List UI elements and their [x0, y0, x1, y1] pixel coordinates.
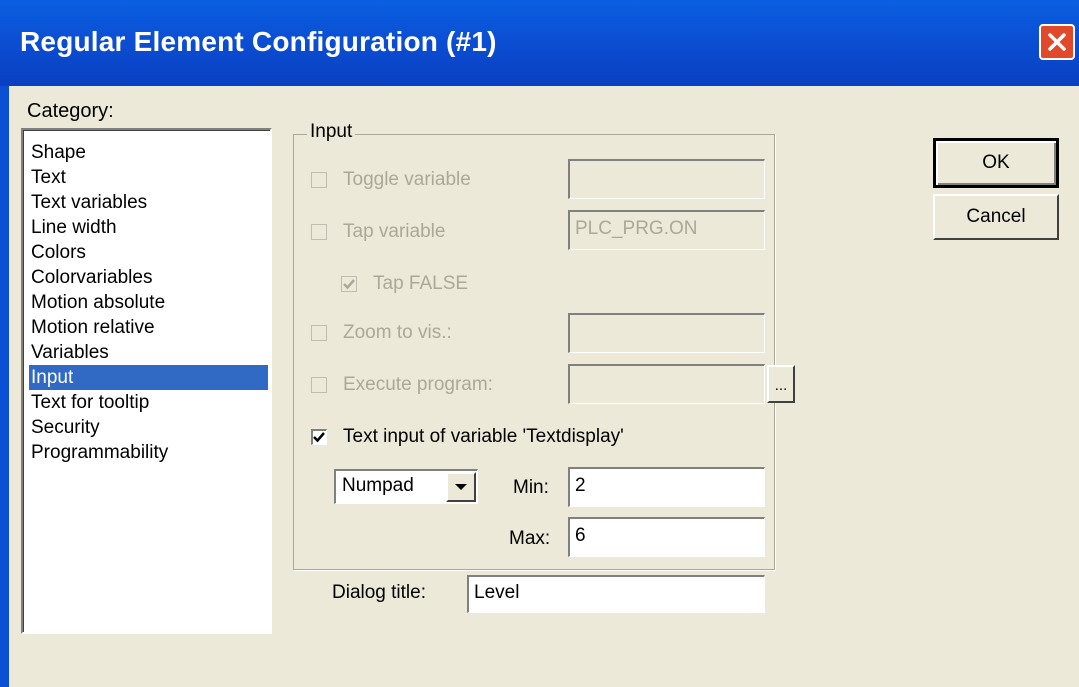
list-item-colorvariables[interactable]: Colorvariables	[29, 265, 268, 290]
zoom-to-vis-field[interactable]	[568, 313, 765, 353]
window-title: Regular Element Configuration (#1)	[20, 26, 497, 57]
tap-false-label: Tap FALSE	[373, 273, 469, 294]
title-bar: Regular Element Configuration (#1)	[0, 0, 1079, 86]
toggle-variable-label: Toggle variable	[343, 169, 471, 190]
dialog-title-field[interactable]: Level	[467, 575, 765, 613]
tap-variable-checkbox[interactable]	[311, 224, 327, 240]
list-item-programmability[interactable]: Programmability	[29, 440, 268, 465]
ok-button[interactable]: OK	[933, 138, 1059, 188]
zoom-to-vis-checkbox[interactable]	[311, 325, 327, 341]
dropdown-button[interactable]	[446, 472, 476, 502]
category-list[interactable]: Shape Text Text variables Line width Col…	[21, 128, 272, 634]
list-item-shape[interactable]: Shape	[29, 140, 268, 165]
list-item-line-width[interactable]: Line width	[29, 215, 268, 240]
category-label: Category:	[27, 100, 114, 122]
dialog-title-label: Dialog title:	[332, 582, 426, 603]
close-button[interactable]	[1039, 24, 1075, 60]
list-item-text-for-tooltip[interactable]: Text for tooltip	[29, 390, 268, 415]
text-input-checkbox[interactable]	[311, 429, 327, 445]
tap-variable-field[interactable]: PLC_PRG.ON	[568, 210, 765, 250]
toggle-variable-checkbox[interactable]	[311, 172, 327, 188]
execute-program-browse-button[interactable]: ...	[767, 365, 795, 403]
tap-variable-label: Tap variable	[343, 221, 446, 242]
list-item-text[interactable]: Text	[29, 165, 268, 190]
tap-false-checkbox[interactable]	[341, 276, 357, 292]
list-item-security[interactable]: Security	[29, 415, 268, 440]
input-group-legend: Input	[307, 121, 356, 143]
list-item-variables[interactable]: Variables	[29, 340, 268, 365]
checkmark-icon	[343, 279, 355, 290]
list-item-colors[interactable]: Colors	[29, 240, 268, 265]
max-label: Max:	[509, 528, 551, 549]
checkmark-icon	[313, 432, 325, 443]
chevron-down-icon	[455, 484, 467, 490]
close-icon	[1048, 33, 1066, 51]
execute-program-checkbox[interactable]	[311, 377, 327, 393]
execute-program-label: Execute program:	[343, 374, 493, 395]
max-field[interactable]: 6	[568, 517, 765, 557]
list-item-text-variables[interactable]: Text variables	[29, 190, 268, 215]
text-input-label: Text input of variable 'Textdisplay'	[343, 426, 624, 447]
zoom-to-vis-label: Zoom to vis.:	[343, 322, 452, 343]
list-item-motion-absolute[interactable]: Motion absolute	[29, 290, 268, 315]
toggle-variable-field[interactable]	[568, 159, 765, 199]
min-label: Min:	[513, 477, 549, 498]
input-type-select[interactable]: Numpad	[334, 469, 478, 504]
execute-program-field[interactable]	[568, 364, 765, 404]
min-field[interactable]: 2	[568, 467, 765, 507]
list-item-motion-relative[interactable]: Motion relative	[29, 315, 268, 340]
window-frame-left	[0, 86, 9, 687]
input-type-value: Numpad	[342, 475, 414, 496]
list-item-input[interactable]: Input	[29, 365, 268, 390]
cancel-button[interactable]: Cancel	[933, 194, 1059, 240]
